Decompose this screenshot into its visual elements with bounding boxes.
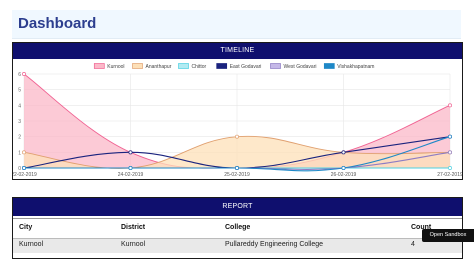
- data-point: [22, 166, 26, 170]
- data-point: [22, 150, 26, 155]
- legend-label: Vishakhapatnam: [337, 64, 374, 70]
- x-tick-label: 25-02-2019: [224, 172, 250, 178]
- legend-swatch: [270, 63, 281, 69]
- timeline-chart: 0 1 2 3 4 5 6 22-02-2019 24-02-2019 25-02-2019 26-…: [11, 60, 463, 179]
- x-tick-label: 22-02-2019: [13, 172, 37, 178]
- column-header-college: College: [225, 224, 251, 231]
- data-point: [341, 166, 346, 170]
- timeline-title: TIMELINE: [13, 43, 462, 59]
- cell-district: Kurnool: [121, 241, 146, 248]
- legend-label: East Godavari: [230, 64, 262, 70]
- y-tick-label: 6: [18, 72, 21, 78]
- page-title: Dashboard: [18, 15, 97, 32]
- dashboard-header: Dashboard: [12, 10, 461, 39]
- column-header-city: City: [19, 224, 33, 231]
- report-panel: REPORT City District College Count Kurno…: [12, 197, 463, 259]
- timeline-panel: TIMELINE 0 1 2 3 4 5 6 22-02-2019 24-02-2019 25-0…: [11, 42, 463, 180]
- report-table-header: City District College Count: [13, 218, 462, 239]
- data-point: [448, 150, 452, 155]
- legend-swatch: [93, 63, 105, 69]
- y-tick-label: 1: [18, 150, 21, 156]
- open-sandbox-button[interactable]: Open Sandbox: [422, 229, 474, 242]
- cell-college: Pullareddy Engineering College: [225, 241, 324, 248]
- legend-label: West Godavari: [284, 64, 317, 70]
- data-point: [448, 134, 452, 139]
- x-tick-label: 27-02-2019: [437, 172, 462, 178]
- data-point: [341, 150, 346, 155]
- legend-swatch: [323, 63, 335, 69]
- x-tick-label: 26-02-2019: [331, 172, 357, 178]
- y-tick-label: 3: [18, 119, 21, 125]
- table-row: Kurnool Kurnool Pullareddy Engineering C…: [13, 238, 462, 253]
- legend-swatch: [216, 63, 228, 69]
- column-header-district: District: [121, 224, 146, 231]
- data-point: [448, 103, 452, 108]
- cell-city: Kurnool: [19, 241, 44, 248]
- data-point: [448, 166, 452, 170]
- data-point: [22, 72, 26, 76]
- timeline-chart-svg: 012345622-02-2019 24-02-2019 25-02-2019 26-…: [11, 63, 463, 178]
- legend-label: Kurnool: [107, 64, 124, 70]
- x-tick-label: 24-02-2019: [118, 172, 144, 178]
- legend-label: Ananthapur: [146, 64, 172, 70]
- data-point: [235, 166, 239, 170]
- y-tick-label: 5: [18, 88, 21, 94]
- legend-swatch: [132, 63, 143, 69]
- y-tick-label: 4: [18, 103, 21, 109]
- report-title: REPORT: [13, 198, 462, 216]
- data-point: [128, 166, 133, 170]
- data-point: [128, 150, 133, 155]
- cell-count: 4: [411, 241, 415, 248]
- legend-swatch: [178, 63, 189, 69]
- legend-label: Chittor: [192, 64, 207, 70]
- data-point: [235, 134, 239, 139]
- y-tick-label: 2: [18, 135, 21, 141]
